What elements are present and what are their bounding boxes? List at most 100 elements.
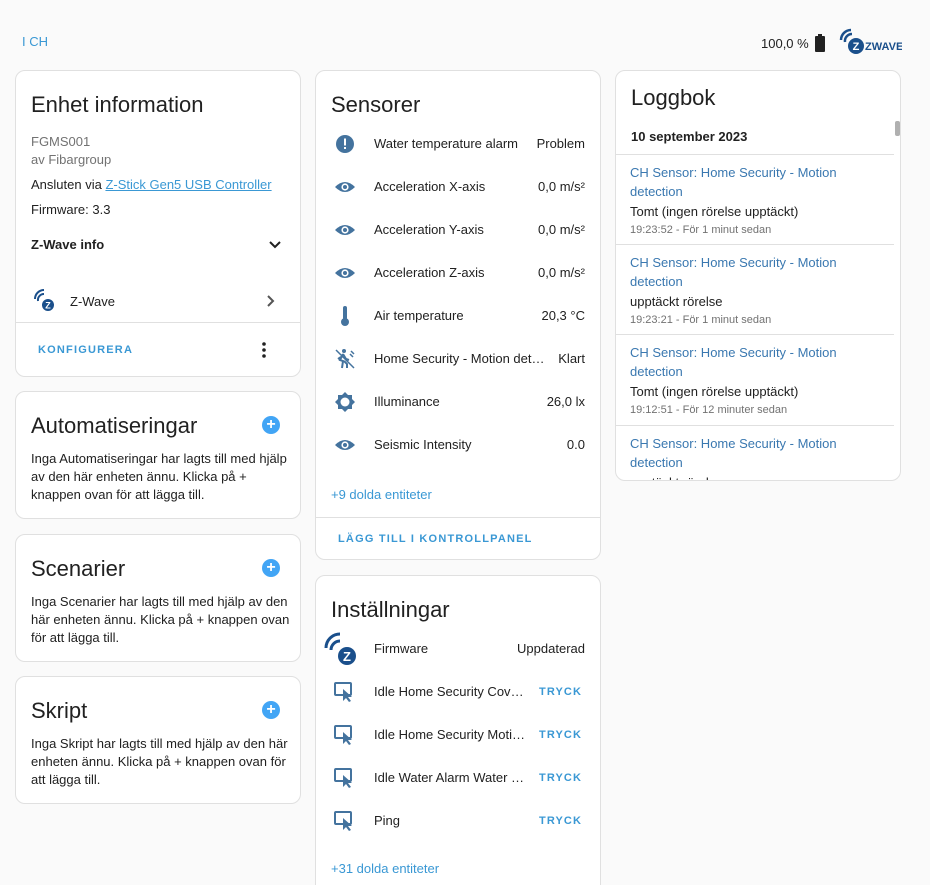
sensor-row[interactable]: Water temperature alarm Problem xyxy=(316,122,600,165)
press-button[interactable]: TRYCK xyxy=(525,729,600,741)
logbook-entry-title[interactable]: CH Sensor: Home Security - Motion detect… xyxy=(630,163,880,201)
scenes-title: Scenarier xyxy=(31,556,126,581)
add-scene-button[interactable]: + xyxy=(262,559,280,577)
press-button[interactable]: TRYCK xyxy=(525,815,600,827)
device-info-card: Enhet information FGMS001 av Fibargroup … xyxy=(15,70,301,377)
sensor-row[interactable]: Acceleration Y-axis 0,0 m/s² xyxy=(316,208,600,251)
controller-link[interactable]: Z-Stick Gen5 USB Controller xyxy=(105,177,271,192)
sensor-row[interactable]: Acceleration Z-axis 0,0 m/s² xyxy=(316,251,600,294)
firmware-status: Uppdaterad xyxy=(517,641,585,656)
scenes-card: Scenarier + Inga Scenarier har lagts til… xyxy=(15,534,301,662)
alert-circle-icon xyxy=(316,134,374,154)
logbook-scrollbar[interactable] xyxy=(895,121,900,136)
automations-empty-text: Inga Automatiseringar har lagts till med… xyxy=(31,451,287,502)
sensor-name: Acceleration Z-axis xyxy=(374,265,485,280)
svg-text:Z: Z xyxy=(853,41,860,53)
add-script-button[interactable]: + xyxy=(262,701,280,719)
eye-icon xyxy=(316,438,374,452)
device-model: FGMS001 xyxy=(31,134,91,149)
settings-hidden-link[interactable]: +31 dolda entiteter xyxy=(331,861,439,876)
gesture-tap-button-icon xyxy=(316,681,374,703)
logbook-entry-title[interactable]: CH Sensor: Home Security - Motion detect… xyxy=(630,343,880,381)
add-to-dashboard-button[interactable]: LÄGG TILL I KONTROLLPANEL xyxy=(338,533,533,545)
sensor-name: Water temperature alarm xyxy=(374,136,519,151)
sensor-value: 0,0 m/s² xyxy=(538,179,585,194)
eye-icon xyxy=(316,266,374,280)
sensor-value: 0,0 m/s² xyxy=(538,222,585,237)
gesture-tap-button-icon xyxy=(316,767,374,789)
motion-sensor-icon xyxy=(316,348,374,370)
sensor-value: 0.0 xyxy=(566,437,585,452)
scripts-card: Skript + Inga Skript har lagts till med … xyxy=(15,676,301,804)
automations-card: Automatiseringar + Inga Automatiseringar… xyxy=(15,391,301,519)
zwave-info-label: Z-Wave info xyxy=(31,237,105,252)
sensor-name: Air temperature xyxy=(374,308,464,323)
button-entity-row: Idle Water Alarm Water temperature statu… xyxy=(316,756,600,799)
press-button[interactable]: TRYCK xyxy=(525,772,600,784)
sensor-value: Klart xyxy=(558,351,585,366)
battery-status: 100,0 % xyxy=(761,34,825,52)
eye-icon xyxy=(316,180,374,194)
sensors-hidden-link[interactable]: +9 dolda entiteter xyxy=(331,487,432,502)
zwave-info-expander[interactable]: Z-Wave info xyxy=(16,226,300,260)
sensors-title: Sensorer xyxy=(331,92,421,117)
button-entity-row: Idle Home Security Motion sensor status … xyxy=(316,713,600,756)
sensor-name: Home Security - Motion detection xyxy=(374,351,551,366)
button-entity-name: Idle Home Security Cover status xyxy=(374,684,525,699)
logbook-entry-title[interactable]: CH Sensor: Home Security - Motion detect… xyxy=(630,253,880,291)
sensor-value: 26,0 lx xyxy=(546,394,585,409)
button-entity-name: Ping xyxy=(374,813,401,828)
logbook-entry-message: Tomt (ingen rörelse upptäckt) xyxy=(630,204,799,219)
eye-icon xyxy=(316,223,374,237)
button-entity-row: Ping TRYCK xyxy=(316,799,600,842)
device-info-title: Enhet information xyxy=(31,92,204,117)
sensor-row[interactable]: Seismic Intensity 0.0 xyxy=(316,423,600,466)
logbook-entry: CH Sensor: Home Security - Motion detect… xyxy=(616,426,894,480)
integration-row-zwave[interactable]: Z Z-Wave xyxy=(16,283,300,323)
logbook-entry-message: Tomt (ingen rörelse upptäckt) xyxy=(630,384,799,399)
logbook-list[interactable]: 10 september 2023 CH Sensor: Home Securi… xyxy=(616,121,900,480)
sensor-value: 20,3 °C xyxy=(541,308,585,323)
sensor-name: Acceleration Y-axis xyxy=(374,222,484,237)
sensor-name: Acceleration X-axis xyxy=(374,179,486,194)
sensor-row[interactable]: Acceleration X-axis 0,0 m/s² xyxy=(316,165,600,208)
scenes-empty-text: Inga Scenarier har lagts till med hjälp … xyxy=(31,594,290,645)
sensor-row[interactable]: Air temperature 20,3 °C xyxy=(316,294,600,337)
scripts-title: Skript xyxy=(31,698,88,723)
zwave-logo-text: ZWAVE xyxy=(865,41,902,53)
logbook-entry: CH Sensor: Home Security - Motion detect… xyxy=(616,245,894,335)
device-manufacturer: av Fibargroup xyxy=(31,152,112,167)
divider xyxy=(316,517,600,518)
logbook-date: 10 september 2023 xyxy=(631,129,748,144)
area-link[interactable]: I CH xyxy=(22,34,48,49)
chevron-right-icon xyxy=(266,294,276,313)
sensor-name: Seismic Intensity xyxy=(374,437,472,452)
logbook-entry-title[interactable]: CH Sensor: Home Security - Motion detect… xyxy=(630,434,880,472)
integration-label: Z-Wave xyxy=(70,294,116,309)
button-entity-row: Idle Home Security Cover status TRYCK xyxy=(316,670,600,713)
automations-title: Automatiseringar xyxy=(31,413,198,438)
zwave-logo: Z ZWAVE xyxy=(838,28,903,61)
logbook-card: Loggbok 10 september 2023 CH Sensor: Hom… xyxy=(615,70,901,481)
logbook-title: Loggbok xyxy=(631,85,716,110)
scripts-empty-text: Inga Skript har lagts till med hjälp av … xyxy=(31,736,288,787)
sensor-row[interactable]: Home Security - Motion detection Klart xyxy=(316,337,600,380)
sensor-row[interactable]: Illuminance 26,0 lx xyxy=(316,380,600,423)
battery-value: 100,0 % xyxy=(761,35,809,51)
logbook-entry: CH Sensor: Home Security - Motion detect… xyxy=(616,155,894,245)
firmware-row[interactable]: Z Firmware Uppdaterad xyxy=(316,627,600,670)
logbook-entry-time: 19:23:52 - För 1 minut sedan xyxy=(630,224,772,236)
button-entity-name: Idle Water Alarm Water temperature statu… xyxy=(374,770,525,785)
press-button[interactable]: TRYCK xyxy=(525,686,600,698)
zwave-icon: Z xyxy=(316,632,374,666)
more-vert-icon[interactable] xyxy=(258,341,270,359)
sensors-card: Sensorer Water temperature alarm Problem… xyxy=(315,70,601,560)
logbook-entry-time: 19:12:51 - För 12 minuter sedan xyxy=(630,404,788,416)
add-automation-button[interactable]: + xyxy=(262,416,280,434)
logbook-entry-message: upptäckt rörelse xyxy=(630,294,723,309)
logbook-entry: CH Sensor: Home Security - Motion detect… xyxy=(616,335,894,426)
sensor-name: Illuminance xyxy=(374,394,440,409)
gesture-tap-button-icon xyxy=(316,810,374,832)
firmware-version: Firmware: 3.3 xyxy=(31,202,111,217)
configure-button[interactable]: KONFIGURERA xyxy=(38,344,133,356)
